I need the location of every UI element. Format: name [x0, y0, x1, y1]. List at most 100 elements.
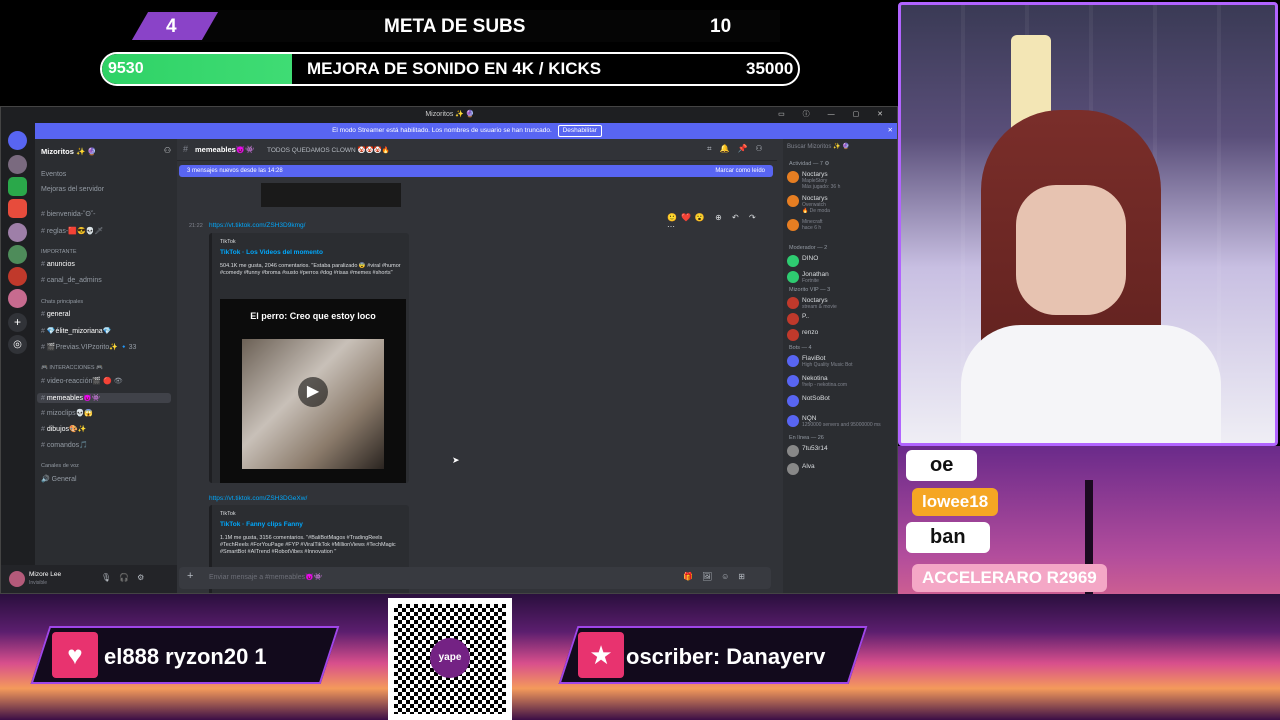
member-entry[interactable]: renzo: [787, 329, 818, 341]
text-channel[interactable]: # anuncios: [41, 261, 75, 268]
text-channel[interactable]: # comandos🎵: [41, 441, 88, 449]
events-item[interactable]: Eventos: [41, 171, 66, 178]
text-channel[interactable]: # memeables😈👾: [37, 393, 171, 403]
member-entry[interactable]: Minecraft hace 6 h: [787, 219, 823, 231]
title-bar: Mizoritos ✨ 🔮 ▭ ⓘ — ▢ ✕: [1, 107, 897, 123]
channel-label: anuncios: [46, 261, 75, 268]
boosts-item[interactable]: Mejoras del servidor: [41, 186, 104, 193]
member-name: FlaviBot: [802, 355, 826, 362]
chat-message: oe: [906, 450, 978, 481]
member-entry[interactable]: Nekotina !help - nekotina.com: [787, 375, 847, 388]
close-icon[interactable]: ✕: [888, 123, 893, 139]
streamer-face: [1016, 185, 1126, 315]
voice-channel[interactable]: 🔊 General: [41, 475, 77, 483]
member-entry[interactable]: Alva: [787, 463, 815, 475]
streamer-shirt: [961, 325, 1221, 443]
avatar: [787, 219, 799, 231]
member-entry[interactable]: FlaviBot High Quality Music Bot: [787, 355, 853, 368]
server-icon[interactable]: [8, 245, 27, 264]
embed-provider: TikTok: [220, 239, 236, 245]
channel-header: # memeables😈👾 TODOS QUEDAMOS CLOWN 🤡🤡🤡🔥 …: [177, 139, 777, 161]
avatar: [787, 445, 799, 457]
reaction-bar[interactable]: 🙂❤️😮 ⊕ ↶ ↷ ⋯: [667, 213, 777, 231]
video-caption: El perro: Creo que estoy loco: [250, 311, 376, 321]
play-icon[interactable]: ▶: [298, 377, 328, 407]
user-status: Invisible: [29, 580, 48, 586]
message-time: 21:22: [189, 223, 203, 229]
embed-title[interactable]: TikTok · Fanny clips Fanny: [220, 521, 303, 528]
server-icon[interactable]: [8, 199, 27, 218]
new-messages-text: 3 mensajes nuevos desde las 14:28: [187, 168, 283, 174]
avatar: [787, 171, 799, 183]
new-messages-bar[interactable]: 3 mensajes nuevos desde las 14:28 Marcar…: [179, 165, 773, 177]
discord-home-icon[interactable]: [8, 131, 27, 150]
window-title: Mizoritos ✨ 🔮: [425, 111, 475, 118]
channel-category[interactable]: IMPORTANTE: [41, 249, 77, 255]
add-attachment-icon[interactable]: +: [187, 570, 193, 582]
chat-username: lowee18: [912, 488, 999, 516]
text-channel[interactable]: # reglas-🟥😎💀🗡: [41, 227, 103, 235]
member-group-header: Actividad — 7 ⚙: [789, 161, 830, 167]
server-name[interactable]: Mizoritos ✨ 🔮: [41, 147, 97, 156]
avatar: [787, 313, 799, 325]
member-entry[interactable]: Noctarys MapleStory Más jugado: 36 h: [787, 171, 840, 190]
notice-text: El modo Streamer está habilitado. Los no…: [332, 127, 552, 134]
channel-label: bienvenida-˘ʘ˘-: [46, 211, 96, 218]
previous-video[interactable]: [261, 183, 401, 207]
text-channel[interactable]: # bienvenida-˘ʘ˘-: [41, 211, 95, 218]
text-channel[interactable]: # 🎬Previas.VIPzorito✨ 🔹33: [41, 343, 136, 351]
member-entry[interactable]: Noctarys stream & movie: [787, 297, 837, 310]
text-channel[interactable]: # 💎élite_mizoriana💎: [41, 327, 111, 335]
embed-provider: TikTok: [220, 511, 236, 517]
explore-icon[interactable]: ◎: [8, 335, 27, 354]
server-icon[interactable]: [8, 267, 27, 286]
server-icon[interactable]: [8, 155, 27, 174]
member-entry[interactable]: DINO: [787, 255, 818, 267]
member-entry[interactable]: 7tu53r14: [787, 445, 828, 457]
header-icons[interactable]: ⌗🔔📌⚇: [707, 144, 771, 154]
member-subtext: !help - nekotina.com: [802, 382, 848, 388]
user-name: Mizore Lee: [29, 571, 62, 578]
text-channel[interactable]: # video-reacción🎬 🔴 👁: [41, 377, 123, 385]
member-entry[interactable]: Jonathan Fortnite: [787, 271, 829, 284]
message-link[interactable]: https://vt.tiktok.com/ZSH3D9kmg/: [209, 222, 305, 229]
video-thumbnail[interactable]: El perro: Creo que estoy loco ▶: [220, 299, 406, 483]
message-link[interactable]: https://vt.tiktok.com/ZSH3DGeXw/: [209, 495, 307, 502]
window-controls[interactable]: ▭ ⓘ — ▢ ✕: [778, 107, 891, 123]
voice-controls[interactable]: 🎙🎧⚙: [101, 573, 152, 582]
add-server-icon[interactable]: +: [8, 313, 27, 332]
server-icon[interactable]: [8, 177, 27, 196]
text-channel[interactable]: # general: [41, 311, 70, 318]
mark-read-button[interactable]: Marcar como leído: [715, 165, 765, 177]
disable-streamer-button[interactable]: Deshabilitar: [557, 125, 602, 137]
member-entry[interactable]: NQN 1250000 servers and 95000000 ms: [787, 415, 881, 428]
channel-label: reglas-🟥😎💀🗡: [46, 228, 104, 235]
avatar[interactable]: [9, 571, 25, 587]
channel-category[interactable]: 🎮 INTERACCIONES 🎮: [41, 365, 103, 371]
subs-target: 10: [710, 16, 732, 37]
text-channel[interactable]: # mizoclips💀😱: [41, 409, 93, 417]
member-entry[interactable]: NotSoBot: [787, 395, 830, 407]
channel-label: mizoclips💀😱: [46, 410, 94, 417]
server-icon[interactable]: [8, 223, 27, 242]
member-entry[interactable]: P..: [787, 313, 809, 325]
member-subtext: 🔥 De moda: [802, 208, 830, 214]
server-icon[interactable]: [8, 289, 27, 308]
member-entry[interactable]: Noctarys Overwatch 🔥 De moda: [787, 195, 830, 214]
avatar: [787, 195, 799, 207]
member-subtext: stream & movie: [802, 304, 837, 310]
channel-category[interactable]: Canales de voz: [41, 463, 79, 469]
embed-title[interactable]: TikTok · Los Videos del momento: [220, 249, 323, 256]
avatar: [787, 395, 799, 407]
text-channel[interactable]: # dibujos🎨✨: [41, 425, 86, 433]
banner-right-text: oscriber: Danayerv: [626, 644, 826, 669]
input-tools[interactable]: 🎁🖼☺⊞: [683, 572, 754, 581]
channel-category[interactable]: Chats principales: [41, 299, 83, 305]
channel-name: memeables😈👾: [195, 145, 255, 154]
add-friend-icon[interactable]: ⚇: [164, 146, 171, 155]
search-input[interactable]: Buscar Mizoritos ✨ 🔮: [787, 141, 897, 153]
text-channel[interactable]: # canal_de_admins: [41, 277, 102, 284]
avatar: [787, 415, 799, 427]
kick-target: 35000: [746, 59, 794, 78]
member-group-header: Moderador — 2: [789, 245, 828, 251]
